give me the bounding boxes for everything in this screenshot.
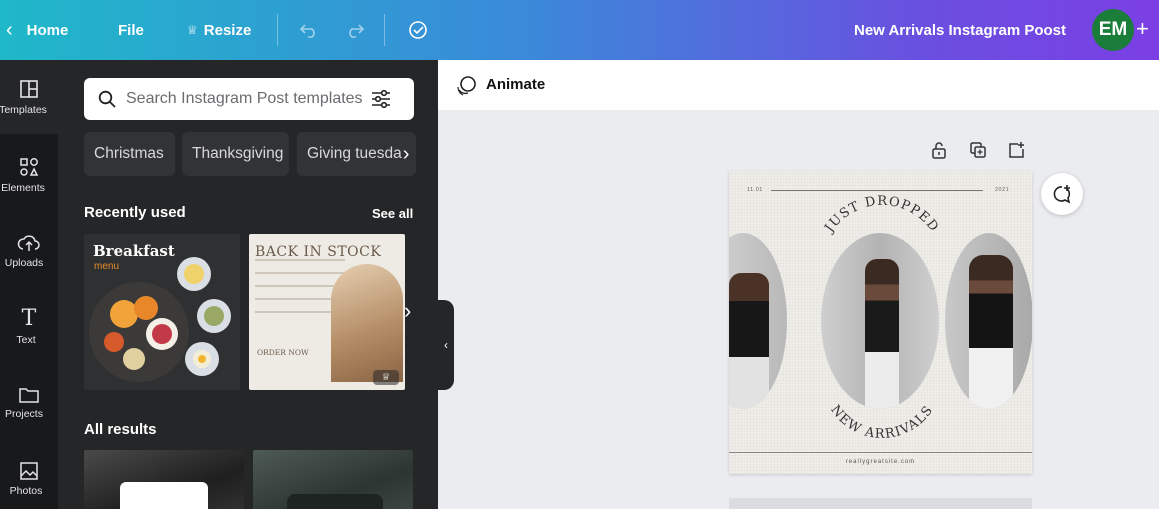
uploads-icon bbox=[17, 235, 40, 251]
back-in-stock-title: BACK IN STOCK bbox=[255, 244, 382, 260]
chevron-left-icon: ‹ bbox=[6, 18, 13, 41]
add-comment-button[interactable] bbox=[1041, 173, 1083, 215]
carousel-next-icon[interactable]: › bbox=[404, 298, 411, 324]
search-input[interactable] bbox=[126, 90, 366, 108]
chip-giving-tuesday[interactable]: Giving tuesda › bbox=[297, 132, 416, 176]
chip-label: Giving tuesda bbox=[307, 145, 402, 162]
cloud-check-icon bbox=[409, 21, 427, 39]
undo-button[interactable] bbox=[297, 18, 321, 42]
model-figure bbox=[729, 273, 769, 409]
footer-rule bbox=[729, 452, 1032, 453]
chip-label: Thanksgiving bbox=[192, 145, 284, 162]
rail-item-elements[interactable]: Elements bbox=[0, 138, 58, 212]
template-thumb-breakfast[interactable]: Breakfast menu bbox=[84, 234, 240, 390]
top-bar: ‹ Home File ♕ Resize New Arrivals Instag… bbox=[0, 0, 1159, 60]
sweater-photo bbox=[331, 264, 403, 382]
text-icon: T bbox=[21, 306, 37, 331]
chevron-left-icon: ‹ bbox=[444, 338, 448, 352]
back-in-stock-footer: ORDER NOW bbox=[257, 348, 309, 357]
rail-item-label: Elements bbox=[1, 182, 45, 194]
design-page[interactable]: 11.01 2021 JUST DROPPED NEW ARRIVALS rea… bbox=[729, 171, 1032, 474]
avatar-initials: EM bbox=[1098, 19, 1128, 40]
save-status-button[interactable] bbox=[406, 18, 430, 42]
comment-plus-icon bbox=[1053, 185, 1071, 204]
premium-badge: ♕ bbox=[373, 370, 399, 385]
model-figure bbox=[865, 259, 899, 409]
design-url: reallygreatsite.com bbox=[845, 459, 916, 465]
breakfast-title: Breakfast bbox=[93, 242, 175, 260]
rail-item-text[interactable]: T Text bbox=[0, 290, 58, 364]
chip-thanksgiving[interactable]: Thanksgiving bbox=[182, 132, 289, 176]
phone-mockup bbox=[120, 482, 208, 509]
sign-shape bbox=[287, 494, 383, 509]
file-menu-button[interactable]: File bbox=[118, 0, 144, 60]
animate-button[interactable]: Animate bbox=[486, 76, 545, 93]
search-icon bbox=[98, 90, 116, 108]
svg-text:JUST DROPPED: JUST DROPPED bbox=[821, 194, 942, 237]
photo-oval-center bbox=[821, 233, 939, 409]
rail-item-uploads[interactable]: Uploads bbox=[0, 214, 58, 288]
rail-item-photos[interactable]: Photos bbox=[0, 442, 58, 509]
resize-label: Resize bbox=[203, 21, 252, 39]
crown-icon: ♕ bbox=[187, 23, 198, 37]
model-figure bbox=[969, 255, 1013, 409]
rail-item-label: Projects bbox=[5, 408, 43, 420]
plus-icon[interactable]: + bbox=[1136, 16, 1149, 42]
see-all-link[interactable]: See all bbox=[372, 206, 413, 221]
file-label: File bbox=[118, 21, 144, 39]
lock-icon[interactable] bbox=[929, 140, 949, 160]
photo-oval-right bbox=[945, 233, 1032, 409]
template-thumb-result-2[interactable] bbox=[253, 450, 413, 509]
design-title[interactable]: New Arrivals Instagram Poost bbox=[854, 0, 1066, 60]
rail-item-label: Photos bbox=[9, 485, 43, 497]
editor-toolbar: Animate bbox=[438, 60, 1159, 110]
crown-icon: ♕ bbox=[381, 372, 391, 383]
elements-icon bbox=[20, 158, 39, 176]
projects-icon bbox=[19, 388, 39, 403]
chip-label: Christmas bbox=[94, 145, 164, 162]
duplicate-page-icon[interactable] bbox=[968, 140, 988, 160]
resize-button[interactable]: ♕ Resize bbox=[187, 0, 251, 60]
left-rail: Templates Elements Uploads T Text Projec… bbox=[0, 60, 58, 509]
design-title-text: New Arrivals Instagram Poost bbox=[854, 21, 1067, 39]
redo-icon bbox=[349, 24, 365, 38]
templates-icon bbox=[20, 80, 38, 98]
template-thumb-back-in-stock[interactable]: BACK IN STOCK ORDER NOW ♕ bbox=[249, 234, 405, 390]
chevron-right-icon[interactable]: › bbox=[403, 143, 410, 166]
toolbar-divider bbox=[384, 14, 385, 46]
rail-item-label: Uploads bbox=[4, 257, 44, 269]
redo-button[interactable] bbox=[343, 18, 367, 42]
avatar[interactable]: EM bbox=[1092, 9, 1134, 51]
next-page-preview[interactable] bbox=[729, 498, 1032, 509]
photos-icon bbox=[20, 462, 38, 480]
recently-used-heading: Recently used bbox=[84, 204, 186, 221]
toolbar-divider bbox=[277, 14, 278, 46]
chip-christmas[interactable]: Christmas bbox=[84, 132, 175, 176]
template-thumb-result-1[interactable] bbox=[84, 450, 244, 509]
rail-item-templates[interactable]: Templates bbox=[0, 60, 58, 134]
rail-item-projects[interactable]: Projects bbox=[0, 366, 58, 440]
arc-top-text: JUST DROPPED bbox=[821, 194, 940, 237]
collapse-panel-handle[interactable]: ‹ bbox=[438, 300, 454, 390]
home-button[interactable]: ‹ Home bbox=[6, 0, 68, 60]
search-box bbox=[84, 78, 414, 120]
home-label: Home bbox=[26, 21, 69, 39]
animate-icon bbox=[457, 76, 476, 96]
rail-item-label: Templates bbox=[0, 104, 47, 116]
filter-icon[interactable] bbox=[370, 89, 392, 109]
breakfast-subtitle: menu bbox=[94, 261, 120, 272]
templates-panel: Christmas Thanksgiving Giving tuesda › R… bbox=[58, 60, 438, 509]
rail-item-label: Text bbox=[16, 334, 36, 346]
undo-icon bbox=[299, 24, 315, 38]
all-results-heading: All results bbox=[84, 421, 157, 438]
add-page-icon[interactable] bbox=[1006, 140, 1026, 160]
